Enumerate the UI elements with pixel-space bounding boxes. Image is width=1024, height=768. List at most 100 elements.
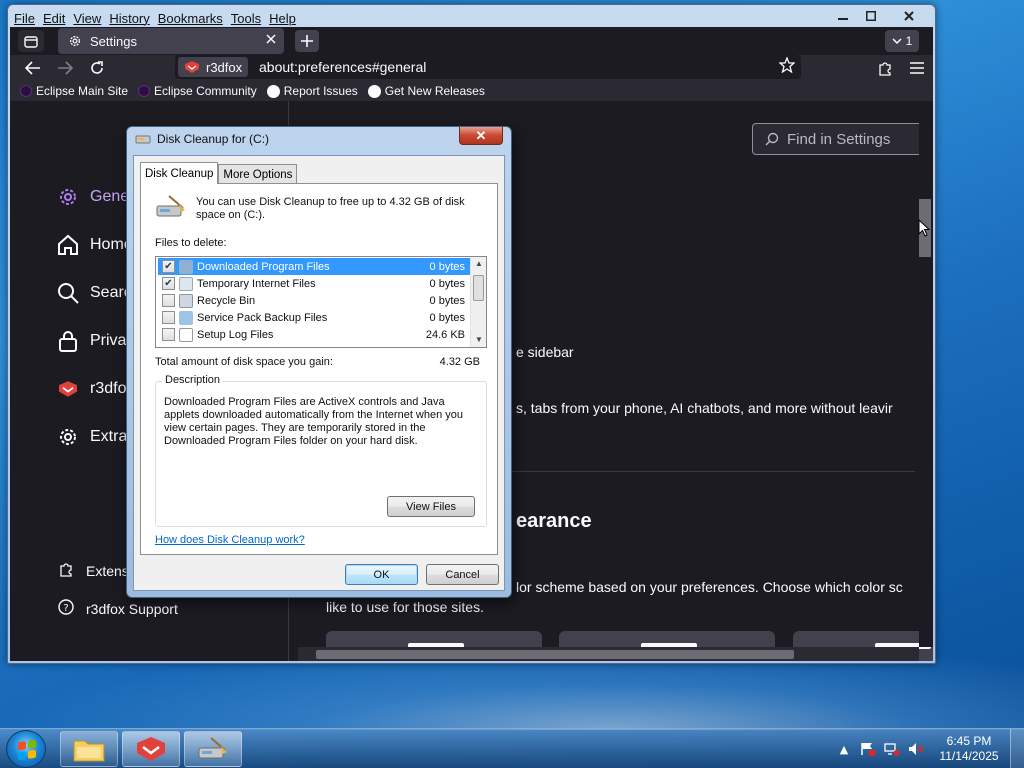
sidebar-item-home[interactable]: Home: [56, 233, 133, 257]
menu-bar: File Edit View History Bookmarks Tools H…: [10, 7, 933, 29]
plus-icon: [301, 35, 313, 47]
scroll-thumb[interactable]: [473, 275, 484, 301]
close-window-button[interactable]: [896, 6, 922, 26]
back-button[interactable]: [22, 58, 44, 78]
tab-more-options[interactable]: More Options: [218, 164, 298, 184]
taskbar-disk-cleanup-button[interactable]: [184, 731, 242, 767]
checkbox[interactable]: [162, 328, 175, 341]
taskbar: ▲ 6:45 PM 11/14/2025: [0, 728, 1024, 768]
identity-box[interactable]: r3dfox: [178, 57, 249, 77]
list-all-tabs-button[interactable]: 1: [885, 30, 919, 52]
ok-button[interactable]: OK: [345, 564, 418, 585]
app-menu-button[interactable]: [906, 58, 928, 78]
tab-list-icon: [24, 36, 38, 48]
tab-count: 1: [905, 34, 913, 48]
start-button[interactable]: [6, 730, 46, 768]
vertical-scrollbar[interactable]: [919, 101, 933, 647]
checkbox[interactable]: ✔: [162, 277, 175, 290]
sidebar-item-extra[interactable]: Extra: [56, 425, 127, 449]
gear-icon: [56, 185, 80, 209]
bookmarks-toolbar: Eclipse Main Site Eclipse Community Repo…: [10, 81, 933, 101]
document-icon: [179, 276, 193, 291]
menu-history[interactable]: History: [105, 11, 153, 26]
dialog-tabs: Disk Cleanup More Options: [140, 162, 298, 184]
menu-file[interactable]: File: [10, 11, 39, 26]
horizontal-scrollbar[interactable]: [298, 647, 919, 661]
files-listbox[interactable]: ✔ Downloaded Program Files 0 bytes ✔ Tem…: [155, 256, 487, 348]
tab-bar: Settings 1: [10, 27, 933, 55]
hamburger-icon: [910, 62, 924, 74]
intro-text: You can use Disk Cleanup to free up to 4…: [196, 196, 465, 221]
minimize-button[interactable]: [830, 6, 856, 26]
bookmark-report-issues[interactable]: Report Issues: [266, 84, 358, 98]
checkbox[interactable]: [162, 311, 175, 324]
list-item[interactable]: ✔ Temporary Internet Files 0 bytes: [158, 275, 471, 292]
volume-muted-icon[interactable]: [908, 741, 924, 757]
dialog-title: Disk Cleanup for (C:): [157, 132, 270, 146]
checkbox[interactable]: [162, 294, 175, 307]
home-icon: [56, 233, 80, 257]
menu-help[interactable]: Help: [265, 11, 300, 26]
bookmark-eclipse-community[interactable]: Eclipse Community: [138, 84, 257, 98]
scroll-thumb[interactable]: [316, 650, 794, 659]
bookmark-get-new-releases[interactable]: Get New Releases: [367, 84, 485, 98]
github-icon: [367, 84, 381, 98]
tab-close-button[interactable]: [266, 32, 276, 47]
maximize-button[interactable]: [858, 6, 884, 26]
help-link[interactable]: How does Disk Cleanup work?: [155, 534, 305, 546]
puzzle-icon: [58, 561, 74, 580]
file-size: 0 bytes: [429, 260, 465, 273]
dialog-close-button[interactable]: ✕: [459, 127, 503, 145]
appearance-desc-2: like to use for those sites.: [326, 599, 484, 615]
appearance-desc: lor scheme based on your preferences. Ch…: [516, 579, 903, 595]
show-hidden-icons-button[interactable]: ▲: [836, 741, 852, 757]
file-size: 24.6 KB: [425, 328, 465, 341]
action-center-icon[interactable]: [860, 741, 876, 757]
scroll-up-icon[interactable]: ▲: [475, 259, 483, 268]
find-placeholder: Find in Settings: [787, 130, 891, 148]
forward-arrow-icon: [58, 61, 73, 75]
sidebar-link-support[interactable]: ? r3dfox Support: [58, 599, 178, 618]
menu-tools[interactable]: Tools: [227, 11, 265, 26]
show-desktop-button[interactable]: [1010, 729, 1024, 768]
forward-button[interactable]: [54, 58, 76, 78]
reload-button[interactable]: [86, 58, 108, 78]
list-item[interactable]: Setup Log Files 24.6 KB: [158, 326, 471, 343]
star-icon: [778, 56, 796, 74]
taskbar-explorer-button[interactable]: [60, 731, 118, 767]
cancel-button[interactable]: Cancel: [426, 564, 499, 585]
list-item[interactable]: Recycle Bin 0 bytes: [158, 292, 471, 309]
tab-settings[interactable]: Settings: [58, 28, 284, 54]
url-bar[interactable]: r3dfox about:preferences#general: [175, 55, 801, 79]
bookmark-eclipse-main[interactable]: Eclipse Main Site: [20, 84, 128, 98]
description-legend: Description: [162, 374, 224, 386]
sidebar-item-r3dfox[interactable]: r3dfox: [56, 377, 134, 401]
checkbox[interactable]: ✔: [162, 260, 175, 273]
tab-panel: You can use Disk Cleanup to free up to 4…: [140, 183, 498, 555]
folder-icon: [179, 259, 193, 274]
list-scrollbar[interactable]: ▲ ▼: [470, 257, 486, 347]
url-text[interactable]: about:preferences#general: [259, 59, 426, 75]
view-files-button[interactable]: View Files: [387, 496, 475, 517]
scroll-down-icon[interactable]: ▼: [475, 335, 483, 344]
network-icon[interactable]: [884, 741, 900, 757]
extensions-button[interactable]: [874, 58, 896, 78]
menu-bookmarks[interactable]: Bookmarks: [154, 11, 227, 26]
firefox-view-button[interactable]: [18, 30, 44, 52]
menu-edit[interactable]: Edit: [39, 11, 69, 26]
tab-disk-cleanup[interactable]: Disk Cleanup: [140, 162, 219, 184]
find-in-settings-input[interactable]: Find in Settings: [752, 123, 922, 155]
puzzle-icon: [879, 62, 891, 76]
bookmark-star-button[interactable]: [778, 56, 796, 77]
menu-view[interactable]: View: [69, 11, 105, 26]
total-value: 4.32 GB: [439, 356, 480, 368]
description-text: Downloaded Program Files are ActiveX con…: [164, 396, 464, 447]
list-item[interactable]: ✔ Downloaded Program Files 0 bytes: [158, 258, 471, 275]
list-item[interactable]: Service Pack Backup Files 0 bytes: [158, 309, 471, 326]
dialog-titlebar: Disk Cleanup for (C:): [135, 132, 269, 146]
new-tab-button[interactable]: [295, 30, 319, 52]
close-icon: ✕: [475, 127, 487, 143]
clock[interactable]: 6:45 PM 11/14/2025: [934, 734, 1004, 764]
nav-bar: r3dfox about:preferences#general: [10, 55, 933, 81]
taskbar-r3dfox-button[interactable]: [122, 731, 180, 767]
